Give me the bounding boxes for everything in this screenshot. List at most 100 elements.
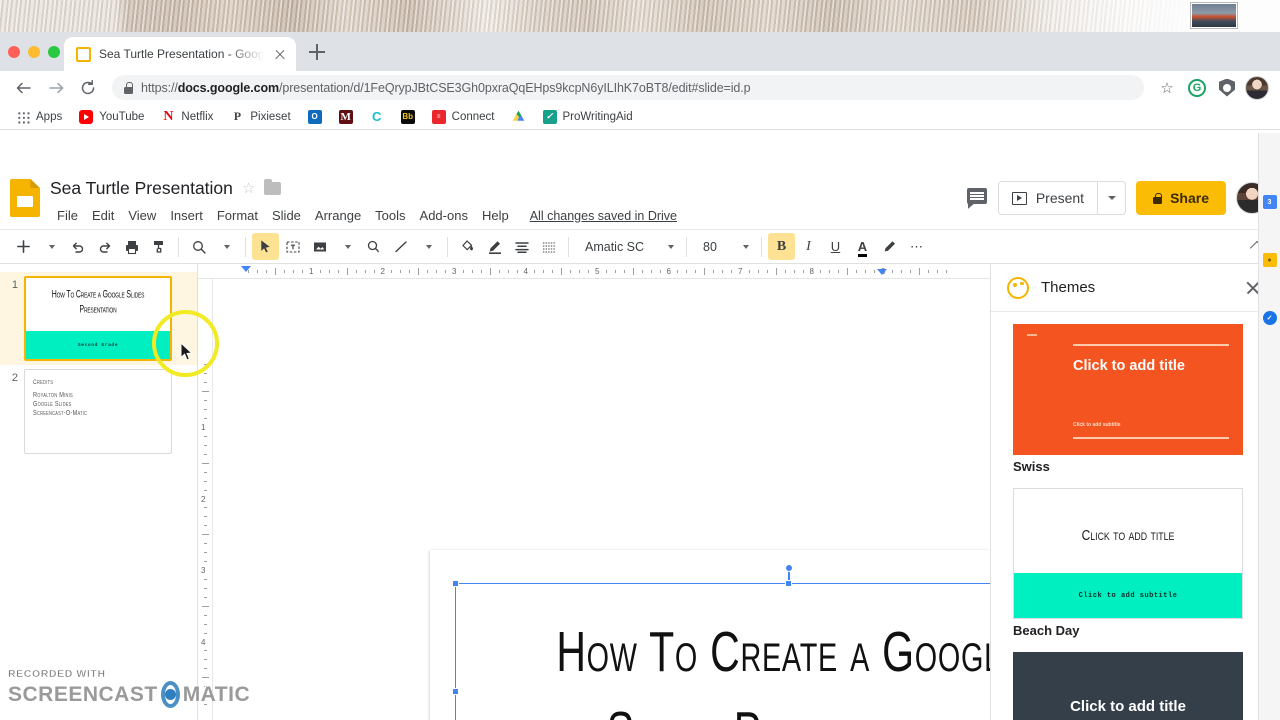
fill-color-button[interactable] <box>454 233 481 260</box>
menu-view[interactable]: View <box>121 205 163 226</box>
font-size-select[interactable]: 80 <box>693 233 755 260</box>
browser-tab[interactable]: Sea Turtle Presentation - Goog <box>64 37 296 71</box>
line-color-button[interactable] <box>481 233 508 260</box>
line-spacing-button[interactable] <box>535 233 562 260</box>
maximize-window-button[interactable] <box>48 46 60 58</box>
bookmark-outlook[interactable]: O <box>301 107 329 127</box>
thumb-band: Second Grade <box>26 331 170 359</box>
comment-icon[interactable] <box>966 187 988 209</box>
bookmark-star-icon[interactable]: ☆ <box>1154 75 1180 101</box>
zoom-dropdown[interactable] <box>212 233 239 260</box>
bookmark-pixieset[interactable]: P Pixieset <box>223 107 297 127</box>
add-slide-dropdown[interactable] <box>37 233 64 260</box>
slide-thumbnail[interactable]: Credits Royalton Minis Google Slides Scr… <box>24 369 172 454</box>
zoom-button[interactable] <box>185 233 212 260</box>
theme-card-swiss[interactable]: Click to add title Click to add subtitle… <box>1013 324 1243 474</box>
rotation-handle[interactable] <box>785 564 793 572</box>
share-button[interactable]: Share <box>1136 181 1226 215</box>
save-status[interactable]: All changes saved in Drive <box>530 209 677 223</box>
bookmark-blackboard[interactable]: Bb <box>394 107 422 127</box>
grammarly-extension-icon[interactable]: G <box>1184 75 1210 101</box>
ruler-tick <box>436 270 438 273</box>
profile-avatar[interactable] <box>1244 75 1270 101</box>
insert-image-dropdown[interactable] <box>333 233 360 260</box>
print-button[interactable] <box>118 233 145 260</box>
italic-button[interactable]: I <box>795 233 822 260</box>
themes-list[interactable]: Click to add title Click to add subtitle… <box>991 312 1280 720</box>
text-box-button[interactable] <box>279 233 306 260</box>
present-dropdown-button[interactable] <box>1097 182 1125 214</box>
menu-arrange[interactable]: Arrange <box>308 205 368 226</box>
menu-help[interactable]: Help <box>475 205 516 226</box>
theme-card-beach-day[interactable]: Click to add title Click to add subtitle… <box>1013 488 1243 638</box>
align-button[interactable] <box>508 233 535 260</box>
bookmark-netflix[interactable]: N Netflix <box>154 107 220 127</box>
menu-addons[interactable]: Add-ons <box>413 205 475 226</box>
menu-format[interactable]: Format <box>210 205 265 226</box>
current-slide[interactable]: How To Create a Google Slides Presentati… <box>430 550 990 720</box>
menu-insert[interactable]: Insert <box>163 205 210 226</box>
ruler-tick <box>257 270 259 273</box>
slide-filmstrip[interactable]: 1 How To Create a Google Slides Presenta… <box>0 264 198 720</box>
close-icon[interactable] <box>272 46 288 62</box>
window-traffic-lights[interactable] <box>8 46 60 58</box>
bookmark-prowritingaid[interactable]: ✓ ProWritingAid <box>536 107 640 127</box>
menu-slide[interactable]: Slide <box>265 205 308 226</box>
google-calendar-icon[interactable]: 3 <box>1262 195 1277 209</box>
thumb-heading: Credits <box>33 379 54 386</box>
google-keep-icon[interactable]: ● <box>1262 253 1277 267</box>
vertical-ruler[interactable]: 1 2 3 4 <box>198 279 213 720</box>
bold-button[interactable]: B <box>768 233 795 260</box>
folder-icon[interactable] <box>264 178 282 195</box>
bookmark-drive[interactable] <box>505 107 533 127</box>
font-family-select[interactable]: Amatic SC <box>575 233 680 260</box>
resize-handle-nw[interactable] <box>452 580 459 587</box>
star-icon[interactable]: ☆ <box>242 179 255 197</box>
back-icon[interactable] <box>10 74 38 102</box>
bookmark-apps[interactable]: Apps <box>9 107 69 127</box>
add-slide-button[interactable] <box>10 233 37 260</box>
google-tasks-icon[interactable]: ✓ <box>1262 311 1277 325</box>
horizontal-ruler[interactable]: 123456789 <box>198 264 990 279</box>
menu-file[interactable]: File <box>50 205 85 226</box>
address-bar[interactable]: https://docs.google.com/presentation/d/1… <box>112 75 1144 100</box>
new-tab-button[interactable] <box>306 41 328 63</box>
close-window-button[interactable] <box>8 46 20 58</box>
indent-marker-right[interactable] <box>877 269 887 275</box>
bookmark-canvas[interactable]: C <box>363 107 391 127</box>
indent-marker-left[interactable] <box>241 266 251 272</box>
filmstrip-slide-2[interactable]: 2 Credits Royalton Minis Google Slides S… <box>0 365 197 458</box>
paint-format-button[interactable] <box>145 233 172 260</box>
line-button[interactable] <box>387 233 414 260</box>
insert-image-button[interactable] <box>306 233 333 260</box>
slide-thumbnail[interactable]: How To Create a Google Slides Presentati… <box>24 276 172 361</box>
menu-edit[interactable]: Edit <box>85 205 121 226</box>
resize-handle-n[interactable] <box>785 580 792 587</box>
theme-card-focus[interactable]: Click to add title ••• Click to add subt… <box>1013 652 1243 720</box>
shape-button[interactable] <box>360 233 387 260</box>
resize-handle-w[interactable] <box>452 688 459 695</box>
present-button[interactable]: Present <box>999 182 1097 214</box>
reload-icon[interactable] <box>74 74 102 102</box>
filmstrip-slide-1[interactable]: 1 How To Create a Google Slides Presenta… <box>0 272 197 365</box>
page-title[interactable]: Sea Turtle Presentation <box>50 178 233 199</box>
shield-extension-icon[interactable] <box>1214 75 1240 101</box>
bookmark-youtube[interactable]: YouTube <box>72 107 151 127</box>
ruler-tick <box>722 270 724 273</box>
underline-button[interactable]: U <box>822 233 849 260</box>
ruler-tick <box>204 516 207 518</box>
title-and-menus: Sea Turtle Presentation ☆ File Edit View… <box>50 175 966 226</box>
line-dropdown[interactable] <box>414 233 441 260</box>
toolbar-divider <box>447 236 448 257</box>
highlight-color-button[interactable] <box>876 233 903 260</box>
undo-button[interactable] <box>64 233 91 260</box>
forward-icon[interactable] <box>42 74 70 102</box>
bookmark-connect[interactable]: ≡ Connect <box>425 107 502 127</box>
select-tool-button[interactable] <box>252 233 279 260</box>
text-color-button[interactable]: A <box>849 233 876 260</box>
more-options-button[interactable]: ⋯ <box>903 233 930 260</box>
redo-button[interactable] <box>91 233 118 260</box>
menu-tools[interactable]: Tools <box>368 205 412 226</box>
minimize-window-button[interactable] <box>28 46 40 58</box>
bookmark-medium[interactable]: M <box>332 107 360 127</box>
